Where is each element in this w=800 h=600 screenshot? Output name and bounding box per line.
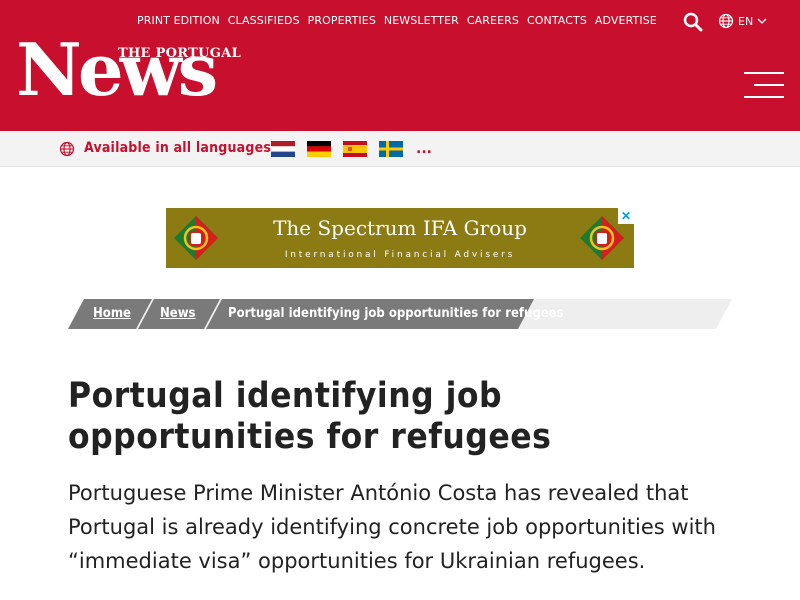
germany-flag[interactable] bbox=[307, 141, 331, 157]
site-header: PRINT EDITION CLASSIFIEDS PROPERTIES NEW… bbox=[0, 0, 800, 131]
breadcrumb-news[interactable]: News bbox=[160, 306, 196, 321]
nav-classifieds[interactable]: CLASSIFIEDS bbox=[228, 14, 300, 27]
language-selector[interactable]: EN bbox=[718, 13, 767, 29]
logo-wordmark: News bbox=[16, 27, 218, 112]
nav-newsletter[interactable]: NEWSLETTER bbox=[384, 14, 459, 27]
ad-tagline: International Financial Advisers bbox=[284, 250, 516, 260]
breadcrumb: Home News Portugal identifying job oppor… bbox=[68, 299, 732, 329]
language-code: EN bbox=[738, 14, 754, 28]
chevron-down-icon bbox=[757, 17, 767, 25]
ad-headline: The Spectrum IFA Group bbox=[273, 216, 527, 240]
nav-advertise[interactable]: ADVERTISE bbox=[595, 14, 657, 27]
nav-contacts[interactable]: CONTACTS bbox=[527, 14, 587, 27]
top-navigation: PRINT EDITION CLASSIFIEDS PROPERTIES NEW… bbox=[137, 14, 665, 27]
more-languages-link[interactable]: ... bbox=[416, 141, 432, 157]
globe-icon bbox=[59, 141, 75, 162]
breadcrumb-current: Portugal identifying job opportunities f… bbox=[228, 306, 564, 321]
hamburger-menu-icon[interactable] bbox=[744, 70, 784, 100]
globe-icon bbox=[718, 13, 734, 29]
language-availability-bar: Available in all languages ... bbox=[0, 131, 800, 167]
spain-flag[interactable] bbox=[343, 141, 367, 157]
sweden-flag[interactable] bbox=[379, 141, 403, 157]
site-logo[interactable]: News THE PORTUGAL bbox=[16, 34, 241, 110]
close-icon[interactable]: ✕ bbox=[618, 208, 634, 224]
nav-properties[interactable]: PROPERTIES bbox=[308, 14, 376, 27]
article-title: Portugal identifying job opportunities f… bbox=[68, 376, 552, 457]
search-icon[interactable] bbox=[683, 12, 703, 32]
article-lead: Portuguese Prime Minister António Costa … bbox=[68, 481, 716, 573]
nav-careers[interactable]: CAREERS bbox=[467, 14, 519, 27]
available-languages-label: Available in all languages bbox=[84, 140, 272, 156]
advertisement-banner[interactable]: The Spectrum IFA Group International Fin… bbox=[166, 208, 634, 268]
logo-subtitle: THE PORTUGAL bbox=[118, 46, 242, 61]
nav-print-edition[interactable]: PRINT EDITION bbox=[137, 14, 220, 27]
breadcrumb-home[interactable]: Home bbox=[93, 306, 131, 321]
netherlands-flag[interactable] bbox=[271, 141, 295, 157]
